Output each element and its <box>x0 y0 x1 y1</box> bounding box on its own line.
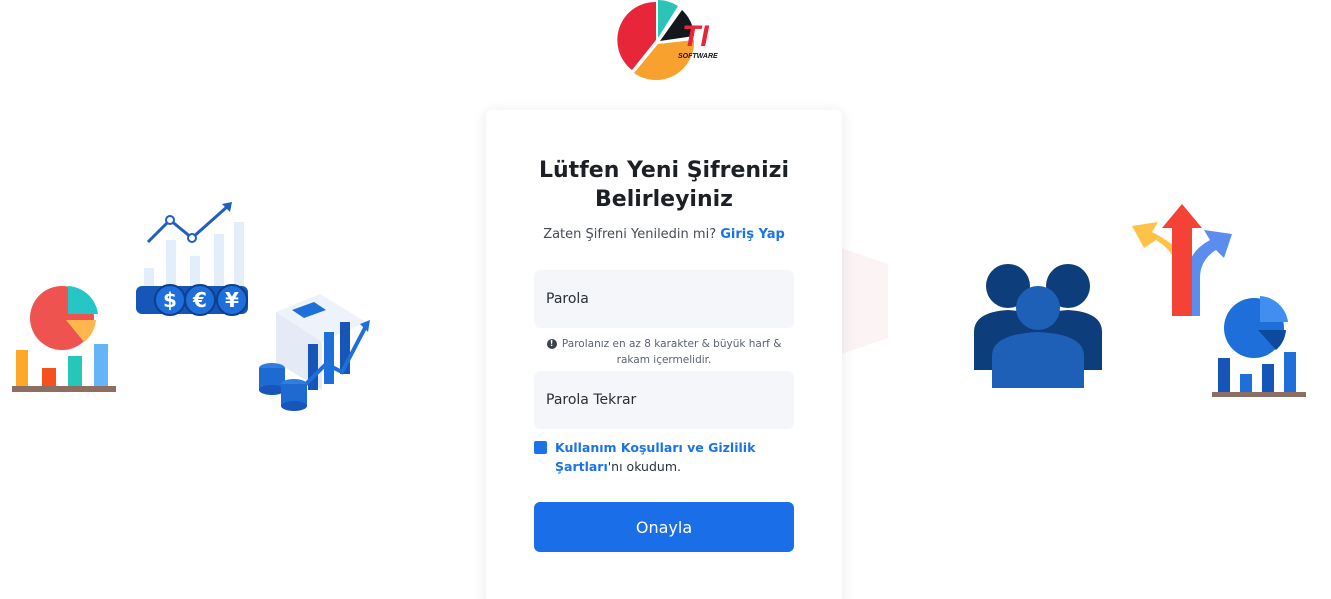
login-link[interactable]: Giriş Yap <box>720 227 785 242</box>
logo-text: TI <box>682 20 709 53</box>
logo-subtext: SOFTWARE <box>678 53 718 60</box>
password-input[interactable]: Parola <box>534 270 794 328</box>
password-hint: ! Parolanız en az 8 karakter & büyük har… <box>534 336 794 368</box>
currency-growth-illustration: $ € ¥ <box>134 200 254 320</box>
brand-logo: TI SOFTWARE <box>612 0 724 81</box>
terms-checkbox[interactable] <box>534 441 547 454</box>
page-title: Lütfen Yeni Şifrenizi Belirleyiniz <box>539 158 789 212</box>
password-placeholder: Parola <box>546 291 589 307</box>
yen-symbol: ¥ <box>225 288 239 312</box>
password-hint-text: Parolanız en az 8 karakter & büyük harf … <box>561 338 782 366</box>
submit-button-label: Onayla <box>635 517 693 537</box>
submit-button[interactable]: Onayla <box>534 502 794 552</box>
pie-bar-chart-blue-illustration <box>1208 294 1308 398</box>
login-prompt-text: Zaten Şifreni Yeniledin mi? <box>543 227 717 242</box>
terms-agreement: Kullanım Koşulları ve Gizlilik Şartları'… <box>534 438 794 476</box>
info-icon: ! <box>546 339 557 349</box>
terms-label: Kullanım Koşulları ve Gizlilik Şartları'… <box>555 438 794 476</box>
terms-suffix: 'nı okudum. <box>607 459 681 474</box>
dollar-symbol: $ <box>163 288 177 312</box>
finance-report-illustration <box>256 292 372 414</box>
password-reset-card: Lütfen Yeni Şifrenizi Belirleyiniz Zaten… <box>486 110 842 599</box>
euro-symbol: € <box>192 288 207 312</box>
password-confirm-input[interactable]: Parola Tekrar <box>534 371 794 429</box>
team-people-illustration <box>972 260 1106 390</box>
login-prompt: Zaten Şifreni Yeniledin mi? Giriş Yap <box>486 227 842 242</box>
pie-bar-chart-illustration <box>10 284 118 396</box>
password-confirm-placeholder: Parola Tekrar <box>546 392 637 408</box>
